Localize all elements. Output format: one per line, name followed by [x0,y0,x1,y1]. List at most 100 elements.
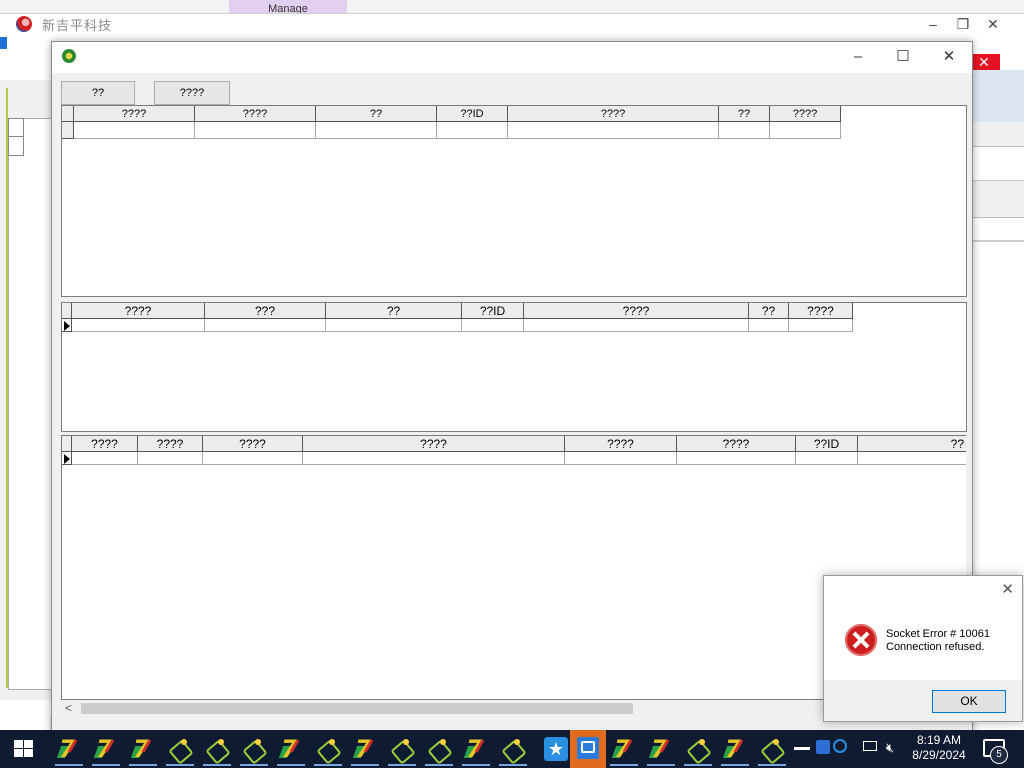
table-cell[interactable] [789,319,853,332]
network-icon[interactable] [863,741,877,751]
error-dialog-footer: OK [824,680,1022,721]
grid-2-col-6[interactable]: ?? [749,303,789,319]
taskbar-leaf-app-icon[interactable] [422,732,456,766]
scrollbar-thumb[interactable] [81,703,633,714]
grid-3-col-1[interactable]: ???? [72,436,138,452]
data-grid-2[interactable]: ???? ??? ?? ??ID ???? ?? ???? [61,302,967,432]
grid-3-col-6[interactable]: ???? [677,436,796,452]
grid-3-col-5[interactable]: ???? [565,436,677,452]
manage-tab[interactable]: Manage [229,0,347,14]
taskbar-seven-app-icon[interactable]: 7 [126,732,160,766]
table-row[interactable] [62,452,966,465]
taskbar-leaf-app-icon[interactable] [200,732,234,766]
table-cell[interactable] [437,122,508,139]
table-cell[interactable] [719,122,770,139]
taskbar-leaf-app-icon[interactable] [163,732,197,766]
taskbar-leaf-app-icon[interactable] [311,732,345,766]
current-row-arrow-icon [64,321,70,331]
grid-1-col-5[interactable]: ???? [508,106,719,122]
volume-muted-icon[interactable]: 🔇︎ [886,740,894,778]
table-cell[interactable] [524,319,749,332]
taskbar-leaf-app-icon[interactable] [237,732,271,766]
grid-3-col-2[interactable]: ???? [138,436,203,452]
grid-1-col-2[interactable]: ???? [195,106,316,122]
taskbar-seven-app-icon[interactable]: 7 [718,732,752,766]
table-cell[interactable] [74,122,195,139]
table-row[interactable] [62,319,853,332]
taskbar-seven-app-icon[interactable]: 7 [52,732,86,766]
background-left-grid [8,118,54,690]
taskbar-seven-app-icon[interactable]: 7 [89,732,123,766]
grid-3-col-7[interactable]: ??ID [796,436,858,452]
clock-time: 8:19 AM [916,733,962,747]
taskbar-leaf-app-icon[interactable] [385,732,419,766]
taskbar-seven-app-icon[interactable]: 7 [274,732,308,766]
table-cell[interactable] [749,319,789,332]
taskbar-seven-app-icon[interactable]: 7 [459,732,493,766]
background-left-cell [8,136,24,156]
table-cell[interactable] [195,122,316,139]
background-right-panel-row [972,122,1024,147]
table-cell[interactable] [508,122,719,139]
table-row[interactable] [62,122,841,139]
taskbar-clock[interactable]: 8:19 AM 8/29/2024 [905,733,973,763]
table-cell[interactable] [205,319,326,332]
taskbar-leaf-app-icon[interactable] [755,732,789,766]
grid-3-col-3[interactable]: ???? [203,436,303,452]
toolbar-button-2[interactable]: ???? [154,81,230,105]
background-window-controls: – ❐ ✕ [922,13,1012,37]
table-cell[interactable] [138,452,203,465]
close-icon[interactable]: ✕ [939,48,959,66]
table-cell[interactable] [72,452,138,465]
minimize-icon[interactable]: – [926,17,940,31]
grid-2-col-4[interactable]: ??ID [462,303,524,319]
data-grid-1[interactable]: ???? ???? ?? ??ID ???? ?? ???? [61,105,967,297]
grid-3-col-8[interactable]: ?? [858,436,966,452]
ok-button[interactable]: OK [932,690,1006,713]
scroll-left-icon[interactable]: < [65,700,72,716]
table-cell[interactable] [677,452,796,465]
table-cell[interactable] [858,452,966,465]
grid-3-col-4[interactable]: ???? [303,436,565,452]
close-icon[interactable]: ✕ [986,17,1000,31]
grid-1-col-1[interactable]: ???? [74,106,195,122]
windows-start-icon[interactable] [14,740,34,758]
minimize-icon[interactable]: – [848,48,868,66]
toolbar-button-1[interactable]: ?? [61,81,135,105]
taskbar-seven-app-icon[interactable]: 7 [644,732,678,766]
grid-2-col-2[interactable]: ??? [205,303,326,319]
grid-2-col-1[interactable]: ???? [72,303,205,319]
maximize-icon[interactable]: ☐ [893,48,913,66]
running-indicator [129,764,157,766]
table-cell[interactable] [316,122,437,139]
table-cell[interactable] [796,452,858,465]
tray-overflow-icon[interactable] [794,747,810,750]
table-cell[interactable] [303,452,565,465]
table-cell[interactable] [72,319,205,332]
grid-2-col-3[interactable]: ?? [326,303,462,319]
notification-count-badge: 5 [990,746,1008,764]
grid-1-corner [62,106,74,122]
table-cell[interactable] [565,452,677,465]
table-cell[interactable] [203,452,303,465]
tray-network-app-icon[interactable] [816,740,830,754]
taskbar-seven-app-icon[interactable]: 7 [348,732,382,766]
close-icon[interactable]: ✕ [1001,580,1014,598]
grid-1-col-7[interactable]: ???? [770,106,841,122]
restore-icon[interactable]: ❐ [956,17,970,31]
taskbar-active-app-icon[interactable] [570,730,606,768]
grid-2-col-7[interactable]: ???? [789,303,853,319]
table-cell[interactable] [326,319,462,332]
grid-1-col-6[interactable]: ?? [719,106,770,122]
grid-2-col-5[interactable]: ???? [524,303,749,319]
table-cell[interactable] [462,319,524,332]
taskbar-star-app-icon[interactable]: ★ [540,733,572,765]
taskbar-leaf-app-icon[interactable] [496,732,530,766]
taskbar-seven-app-icon[interactable]: 7 [607,732,641,766]
grid-1-col-4[interactable]: ??ID [437,106,508,122]
tray-search-icon[interactable] [833,739,847,753]
running-indicator [388,764,416,766]
grid-1-col-3[interactable]: ?? [316,106,437,122]
table-cell[interactable] [770,122,841,139]
taskbar-leaf-app-icon[interactable] [681,732,715,766]
